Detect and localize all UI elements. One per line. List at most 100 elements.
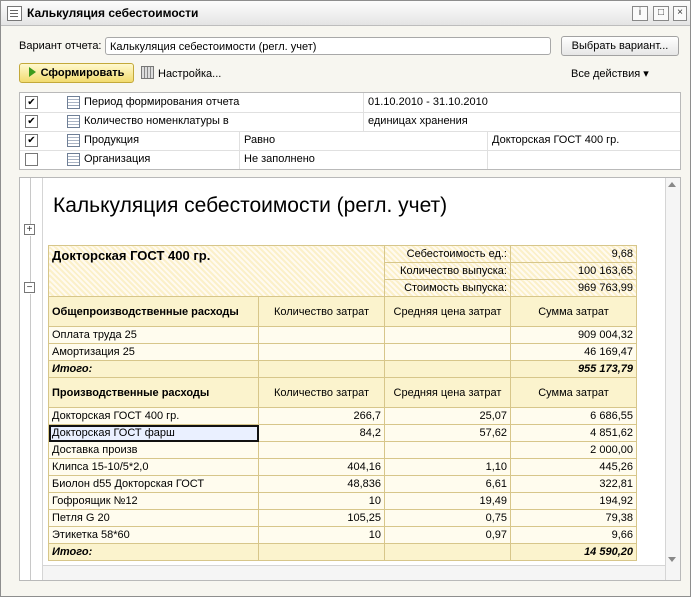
row-sum[interactable]: 6 686,55	[510, 407, 637, 425]
scroll-down-icon[interactable]	[668, 557, 676, 562]
row-qty[interactable]	[258, 343, 385, 361]
param-checkbox[interactable]: ✔	[25, 134, 38, 147]
grouping-gutter: + −	[20, 178, 43, 580]
table-row: Докторская ГОСТ 400 гр. 266,7 25,07 6 68…	[48, 407, 637, 425]
column-header-price: Средняя цена затрат	[384, 377, 511, 408]
row-sum[interactable]: 445,26	[510, 458, 637, 476]
param-checkbox[interactable]	[25, 153, 38, 166]
select-variant-button[interactable]: Выбрать вариант...	[561, 36, 679, 56]
report-window: Калькуляция себестоимости i □ × Вариант …	[0, 0, 691, 597]
param-condition[interactable]: Не заполнено	[244, 150, 484, 169]
row-sum[interactable]: 194,92	[510, 492, 637, 510]
total-label: Итого:	[48, 543, 259, 561]
horizontal-scrollbar[interactable]	[43, 565, 665, 580]
param-name: Период формирования отчета	[84, 96, 240, 108]
param-checkbox[interactable]: ✔	[25, 96, 38, 109]
close-icon[interactable]: ×	[673, 6, 687, 21]
row-price[interactable]: 19,49	[384, 492, 511, 510]
param-name: Продукция	[84, 134, 140, 146]
selected-cell[interactable]: Докторская ГОСТ фарш	[48, 424, 259, 442]
table-row: Петля G 20 105,25 0,75 79,38	[48, 509, 637, 527]
row-qty[interactable]: 10	[258, 492, 385, 510]
row-name[interactable]: Доставка произв	[48, 441, 259, 459]
param-value[interactable]	[492, 150, 672, 169]
param-value[interactable]: единицах хранения	[368, 112, 668, 131]
section-title-production: Производственные расходы	[48, 377, 259, 408]
column-header-qty: Количество затрат	[258, 296, 385, 327]
summary-value: 100 163,65	[510, 262, 637, 280]
row-sum[interactable]: 909 004,32	[510, 326, 637, 344]
row-sum[interactable]: 2 000,00	[510, 441, 637, 459]
row-qty[interactable]: 84,2	[258, 424, 385, 442]
row-price[interactable]: 0,97	[384, 526, 511, 544]
expand-icon[interactable]: +	[24, 224, 35, 235]
param-name: Организация	[84, 153, 151, 165]
variant-label: Вариант отчета:	[19, 40, 102, 52]
maximize-icon[interactable]: □	[653, 6, 669, 21]
row-price[interactable]	[384, 441, 511, 459]
table-row: Оплата труда 25 909 004,32	[48, 326, 637, 344]
row-qty[interactable]: 10	[258, 526, 385, 544]
row-price[interactable]: 1,10	[384, 458, 511, 476]
collapse-icon[interactable]: −	[24, 282, 35, 293]
summary-value: 969 763,99	[510, 279, 637, 297]
row-name[interactable]: Амортизация 25	[48, 343, 259, 361]
row-price[interactable]	[384, 326, 511, 344]
row-price[interactable]: 6,61	[384, 475, 511, 493]
window-title: Калькуляция себестоимости	[27, 6, 199, 20]
table-row: Докторская ГОСТ фарш 84,2 57,62 4 851,62	[48, 424, 637, 442]
settings-button[interactable]: Настройка...	[141, 65, 221, 83]
param-row[interactable]: Организация Не заполнено	[20, 150, 680, 169]
param-row[interactable]: ✔ Период формирования отчета 01.10.2010 …	[20, 93, 680, 113]
parameter-icon	[67, 134, 80, 147]
play-icon	[28, 67, 36, 77]
summary-label: Себестоимость ед.:	[384, 245, 511, 263]
variant-field[interactable]: Калькуляция себестоимости (регл. учет)	[105, 37, 551, 55]
vertical-scrollbar[interactable]	[665, 178, 680, 580]
table-row: Биолон d55 Докторская ГОСТ 48,836 6,61 3…	[48, 475, 637, 493]
row-sum[interactable]: 4 851,62	[510, 424, 637, 442]
row-qty[interactable]: 48,836	[258, 475, 385, 493]
all-actions-menu[interactable]: Все действия ▾	[571, 65, 649, 83]
param-value[interactable]: Докторская ГОСТ 400 гр.	[492, 131, 672, 150]
row-sum[interactable]: 9,66	[510, 526, 637, 544]
parameter-icon	[67, 115, 80, 128]
scroll-up-icon[interactable]	[668, 182, 676, 187]
parameters-panel: ✔ Период формирования отчета 01.10.2010 …	[19, 92, 681, 170]
row-qty[interactable]: 105,25	[258, 509, 385, 527]
row-qty[interactable]	[258, 326, 385, 344]
row-qty[interactable]: 404,16	[258, 458, 385, 476]
row-price[interactable]	[384, 343, 511, 361]
table-row: Этикетка 58*60 10 0,97 9,66	[48, 526, 637, 544]
param-condition[interactable]: Равно	[244, 131, 484, 150]
settings-label: Настройка...	[158, 68, 222, 80]
param-checkbox[interactable]: ✔	[25, 115, 38, 128]
table-row: Клипса 15-10/5*2,0 404,16 1,10 445,26	[48, 458, 637, 476]
row-sum[interactable]: 322,81	[510, 475, 637, 493]
row-sum[interactable]: 79,38	[510, 509, 637, 527]
row-qty[interactable]: 266,7	[258, 407, 385, 425]
row-price[interactable]: 0,75	[384, 509, 511, 527]
row-name[interactable]: Клипса 15-10/5*2,0	[48, 458, 259, 476]
row-name[interactable]: Биолон d55 Докторская ГОСТ	[48, 475, 259, 493]
param-row[interactable]: ✔ Продукция Равно Докторская ГОСТ 400 гр…	[20, 131, 680, 151]
window-icon	[7, 6, 22, 21]
row-qty[interactable]	[258, 441, 385, 459]
row-name[interactable]: Докторская ГОСТ 400 гр.	[48, 407, 259, 425]
generate-button[interactable]: Сформировать	[19, 63, 134, 83]
param-row[interactable]: ✔ Количество номенклатуры в единицах хра…	[20, 112, 680, 132]
row-price[interactable]: 57,62	[384, 424, 511, 442]
row-name[interactable]: Оплата труда 25	[48, 326, 259, 344]
dropdown-arrow-icon: ▾	[643, 68, 649, 80]
param-value[interactable]: 01.10.2010 - 31.10.2010	[368, 93, 668, 112]
period-icon	[67, 96, 80, 109]
row-name[interactable]: Петля G 20	[48, 509, 259, 527]
row-price[interactable]: 25,07	[384, 407, 511, 425]
row-name[interactable]: Гофроящик №12	[48, 492, 259, 510]
settings-icon	[141, 66, 154, 79]
info-icon[interactable]: i	[632, 6, 648, 21]
total-row: Итого: 14 590,20	[48, 543, 637, 561]
row-sum[interactable]: 46 169,47	[510, 343, 637, 361]
row-name[interactable]: Этикетка 58*60	[48, 526, 259, 544]
summary-label: Количество выпуска:	[384, 262, 511, 280]
